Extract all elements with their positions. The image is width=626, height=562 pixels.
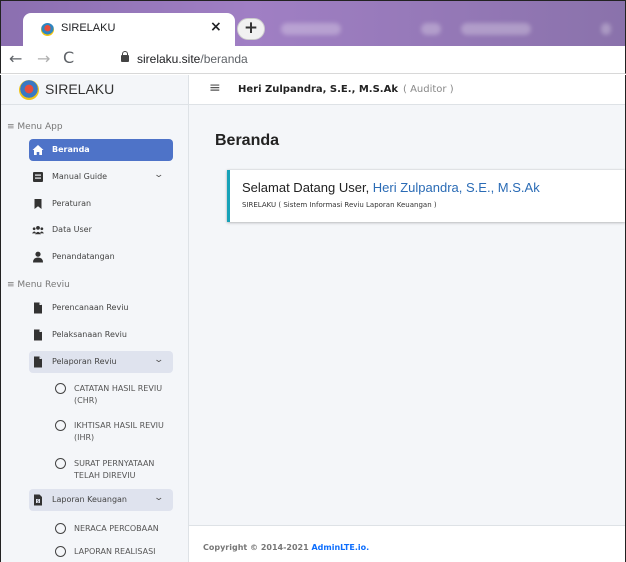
sidebar-subitem-label: IKHTISAR HASIL REVIU (IHR) <box>74 421 164 442</box>
sidebar-item-label: Pelaporan Reviu <box>52 357 117 366</box>
chevron-down-icon: ⌄ <box>153 493 165 503</box>
sidebar-item-perencanaan-reviu[interactable]: Perencanaan Reviu <box>29 297 173 319</box>
brand[interactable]: SIRELAKU <box>1 75 188 105</box>
welcome-heading: Selamat Datang User, Heri Zulpandra, S.E… <box>242 180 540 195</box>
sidebar-item-label: Pelaksanaan Reviu <box>52 330 127 339</box>
sidebar-item-label: Perencanaan Reviu <box>52 303 129 312</box>
section-menu-app: ≡ Menu App <box>7 122 63 132</box>
sidebar-item-laporan-keuangan[interactable]: $ Laporan Keuangan ⌄ <box>29 489 173 511</box>
sidebar-item-label: Peraturan <box>52 199 92 208</box>
users-icon <box>32 225 44 235</box>
web-page: SIRELAKU ≡ Menu App Beranda Manual Guide… <box>0 75 626 562</box>
forward-arrow-icon[interactable]: → <box>37 49 50 68</box>
chevron-down-icon: ⌄ <box>153 170 165 180</box>
new-tab-button[interactable]: + <box>237 18 265 40</box>
address-bar: ← → C sirelaku.site/beranda <box>0 46 626 74</box>
sidebar-subitem-chr[interactable]: CATATAN HASIL REVIU (CHR) <box>29 381 179 409</box>
footer-copyright: Copyright © 2014-2021 AdminLTE.io. <box>203 543 369 552</box>
hamburger-menu-icon[interactable]: ≡ <box>209 80 221 96</box>
blurred-tabs <box>271 23 611 37</box>
tab-close-icon[interactable]: × <box>210 19 222 35</box>
circle-icon <box>55 420 66 431</box>
file-icon <box>34 356 42 368</box>
welcome-user-name: Heri Zulpandra, S.E., M.S.Ak <box>372 180 540 195</box>
sidebar-item-pelaporan-reviu[interactable]: Pelaporan Reviu ⌄ <box>29 351 173 373</box>
sidebar-subitem-label: SURAT PERNYATAAN TELAH DIREVIU <box>74 459 155 480</box>
sidebar-item-label: Laporan Keuangan <box>52 495 127 504</box>
sidebar-item-label: Manual Guide <box>52 172 108 181</box>
sidebar-item-beranda[interactable]: Beranda <box>29 139 173 161</box>
sidebar-item-peraturan[interactable]: Peraturan <box>29 193 173 215</box>
sidebar-subitem-label: NERACA PERCOBAAN <box>74 524 159 533</box>
sidebar-item-label: Data User <box>52 225 92 234</box>
sidebar-subitem-label: CATATAN HASIL REVIU (CHR) <box>74 384 163 405</box>
file-invoice-icon: $ <box>34 494 42 506</box>
adminlte-link[interactable]: AdminLTE.io. <box>311 543 369 552</box>
welcome-callout: Selamat Datang User, Heri Zulpandra, S.E… <box>227 170 625 222</box>
footer: Copyright © 2014-2021 AdminLTE.io. <box>189 525 625 562</box>
circle-icon <box>55 383 66 394</box>
brand-name: SIRELAKU <box>45 81 115 97</box>
brand-logo-icon <box>19 80 39 100</box>
welcome-prefix: Selamat Datang User, <box>242 180 373 195</box>
back-arrow-icon[interactable]: ← <box>9 49 22 68</box>
url-field[interactable]: sirelaku.site/beranda <box>137 52 248 66</box>
bookmark-icon <box>34 199 42 209</box>
lock-icon[interactable] <box>121 51 129 64</box>
reload-icon[interactable]: C <box>63 48 74 67</box>
circle-icon <box>55 523 66 534</box>
content-area: Beranda Selamat Datang User, Heri Zulpan… <box>189 105 625 525</box>
home-icon <box>32 145 44 155</box>
sidebar-item-label: Beranda <box>52 145 90 154</box>
page-title: Beranda <box>215 132 280 149</box>
sidebar-item-pelaksanaan-reviu[interactable]: Pelaksanaan Reviu <box>29 324 173 346</box>
user-icon <box>33 251 43 263</box>
welcome-subtitle: SIRELAKU ( Sistem Informasi Reviu Lapora… <box>242 201 437 209</box>
tab-title: SIRELAKU <box>61 22 116 34</box>
sidebar-item-data-user[interactable]: Data User <box>29 219 173 241</box>
browser-tab-bar: SIRELAKU × + <box>0 0 626 47</box>
copyright-text: Copyright © 2014-2021 <box>203 543 312 552</box>
sidebar-subitem-neraca-percobaan[interactable]: NERACA PERCOBAAN <box>29 521 179 537</box>
sidebar-subitem-ihr[interactable]: IKHTISAR HASIL REVIU (IHR) <box>29 418 179 446</box>
top-navbar: ≡ Heri Zulpandra, S.E., M.S.Ak ( Auditor… <box>189 75 625 105</box>
book-icon <box>33 172 43 182</box>
file-icon <box>34 302 42 314</box>
browser-tab[interactable]: SIRELAKU × <box>23 13 235 47</box>
sidebar-item-label: Penandatangan <box>52 252 115 261</box>
file-icon <box>34 329 42 341</box>
sidebar: SIRELAKU ≡ Menu App Beranda Manual Guide… <box>1 75 189 562</box>
user-role: ( Auditor ) <box>403 84 454 95</box>
user-name: Heri Zulpandra, S.E., M.S.Ak <box>238 84 398 95</box>
sidebar-subitem-laporan-realisasi[interactable]: LAPORAN REALISASI <box>29 544 179 560</box>
sidebar-item-manual-guide[interactable]: Manual Guide ⌄ <box>29 166 173 188</box>
sidebar-subitem-label: LAPORAN REALISASI <box>74 547 156 556</box>
chevron-down-icon: ⌄ <box>153 355 165 365</box>
sidebar-item-penandatangan[interactable]: Penandatangan <box>29 246 173 268</box>
svg-text:$: $ <box>37 499 40 504</box>
circle-icon <box>55 546 66 557</box>
sidebar-subitem-surat-pernyataan[interactable]: SURAT PERNYATAAN TELAH DIREVIU <box>29 456 179 484</box>
circle-icon <box>55 458 66 469</box>
site-favicon-icon <box>41 23 54 36</box>
section-menu-reviu: ≡ Menu Reviu <box>7 280 70 290</box>
